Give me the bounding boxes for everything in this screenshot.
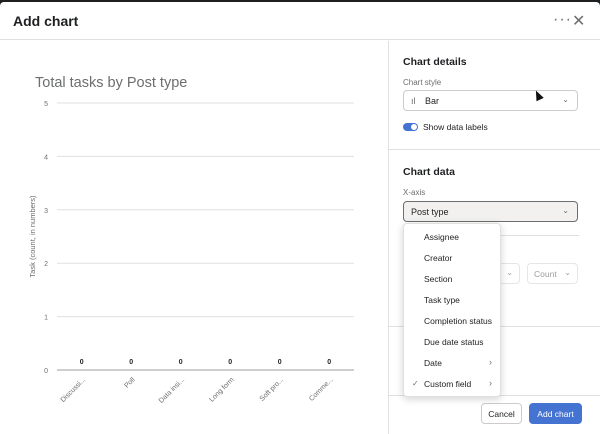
menu-item-creator[interactable]: Creator (404, 248, 500, 269)
menu-item-task-type[interactable]: Task type (404, 290, 500, 311)
y-tick-label: 3 (44, 208, 48, 215)
chevron-right-icon: › (489, 378, 492, 388)
data-label: 0 (228, 359, 232, 366)
bar-chart: 0 1 2 3 4 5 Task (count, in numbers) 0 Discussi.… (28, 101, 354, 405)
divider (489, 235, 579, 236)
chevron-down-icon: ⌄ (564, 268, 571, 277)
checkmark-icon: ✓ (412, 379, 419, 388)
data-label: 0 (80, 359, 84, 366)
chart-title: Total tasks by Post type (35, 75, 188, 91)
data-label: 0 (129, 359, 133, 366)
y-axis-aggregate-value: Count (534, 269, 557, 279)
more-horizontal-icon[interactable]: ··· (553, 11, 572, 29)
y-tick-label: 1 (44, 315, 48, 322)
dialog-title: Add chart (13, 13, 79, 29)
y-tick-label: 5 (44, 101, 48, 108)
close-icon[interactable]: ✕ (572, 11, 585, 31)
y-tick-label: 2 (44, 261, 48, 268)
bar-chart-icon: ıl (411, 96, 416, 106)
data-label: 0 (179, 359, 183, 366)
y-axis-aggregate-select[interactable]: Count ⌄ (527, 263, 578, 284)
y-axis-title: Task (count, in numbers) (28, 195, 37, 278)
x-tick-label: Long form (208, 376, 235, 403)
menu-item-section[interactable]: Section (404, 269, 500, 290)
data-label: 0 (327, 359, 331, 366)
menu-item-label: Completion status (424, 316, 493, 326)
y-tick-label: 4 (44, 154, 48, 161)
show-data-labels-toggle[interactable] (403, 123, 418, 131)
data-label: 0 (278, 359, 282, 366)
x-axis-select[interactable]: Post type ⌄ (403, 201, 578, 222)
x-axis-dropdown-menu: Assignee Creator Section Task type Compl… (403, 223, 501, 397)
chart-data-heading: Chart data (403, 166, 455, 178)
menu-item-label: Section (424, 274, 453, 284)
add-chart-button[interactable]: Add chart (529, 403, 582, 424)
chart-style-select[interactable]: ıl Bar ⌄ (403, 90, 578, 111)
y-tick-label: 0 (44, 368, 48, 375)
chart-details-heading: Chart details (403, 56, 467, 68)
divider (389, 149, 600, 150)
menu-item-label: Date (424, 358, 442, 368)
menu-item-custom-field[interactable]: ✓ Custom field › (404, 374, 500, 395)
chevron-right-icon: › (489, 357, 492, 367)
chevron-down-icon: ⌄ (562, 206, 569, 215)
chart-preview-panel: 0 1 2 3 4 5 Task (count, in numbers) 0 Discussi.… (0, 41, 388, 434)
cancel-button[interactable]: Cancel (481, 403, 522, 424)
x-tick-label: Discussi... (60, 376, 88, 404)
menu-item-assignee[interactable]: Assignee (404, 227, 500, 248)
chevron-down-icon: ⌄ (562, 95, 569, 104)
menu-item-due-date-status[interactable]: Due date status (404, 332, 500, 353)
menu-item-label: Task type (424, 295, 460, 305)
dialog-header: Add chart ··· ✕ (0, 2, 600, 40)
x-axis-label: X-axis (403, 188, 426, 197)
show-data-labels-label: Show data labels (423, 122, 488, 132)
add-chart-dialog: Add chart ··· ✕ 0 1 2 3 4 5 Task (count, in nu… (0, 2, 600, 434)
x-tick-label: Soft pro... (259, 376, 285, 402)
chart-style-label: Chart style (403, 78, 442, 87)
x-tick-label: Poll (123, 376, 137, 390)
menu-item-label: Creator (424, 253, 453, 263)
x-axis-value: Post type (411, 207, 449, 217)
menu-item-label: Assignee (424, 232, 459, 242)
menu-item-label: Custom field (424, 379, 472, 389)
menu-item-label: Due date status (424, 337, 484, 347)
chevron-down-icon: ⌄ (506, 268, 513, 277)
x-tick-label: Comme... (308, 376, 334, 402)
menu-item-completion-status[interactable]: Completion status (404, 311, 500, 332)
menu-item-date[interactable]: Date › (404, 353, 500, 374)
x-tick-label: Data insi... (158, 376, 186, 404)
chart-style-value: Bar (425, 96, 440, 106)
